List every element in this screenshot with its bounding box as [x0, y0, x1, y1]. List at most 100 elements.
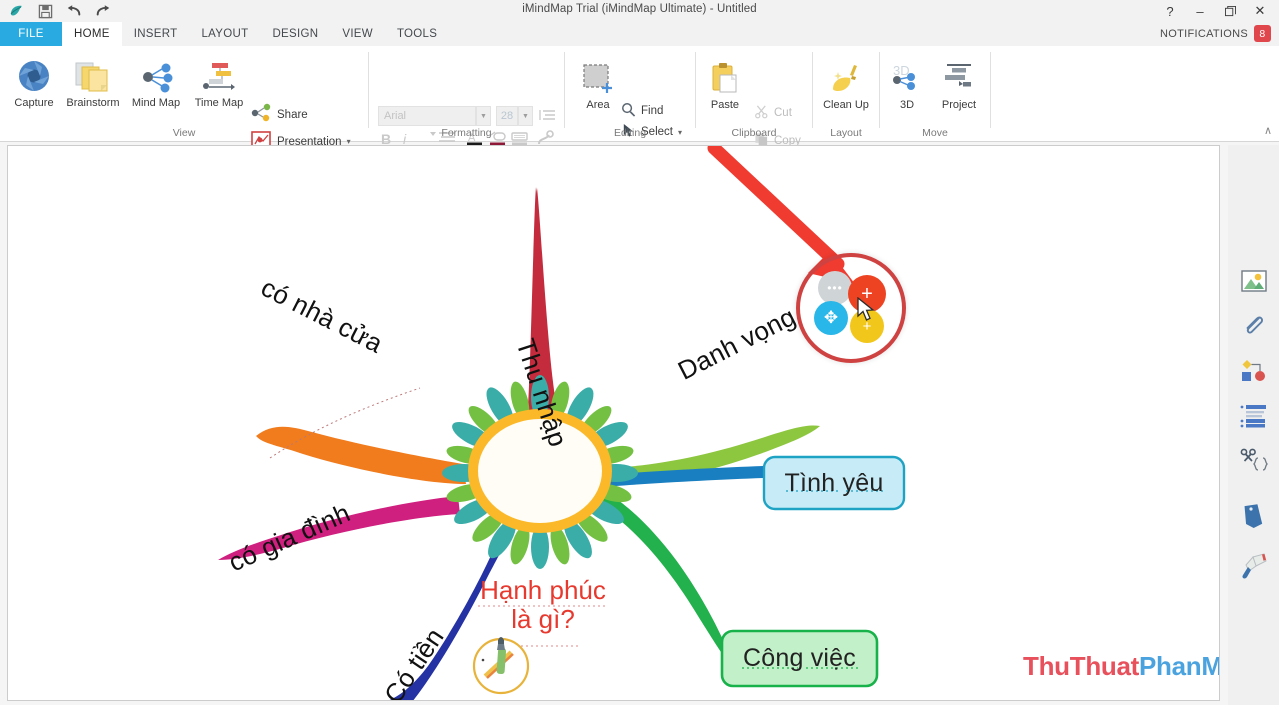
- font-size-input[interactable]: 28: [496, 106, 518, 126]
- font-name-dropdown[interactable]: ▼: [476, 106, 491, 126]
- attachment-icon[interactable]: [1235, 307, 1273, 345]
- outline-icon[interactable]: [1235, 397, 1273, 435]
- notifications-button[interactable]: NOTIFICATIONS 8: [1160, 25, 1271, 42]
- ribbon-divider: [990, 52, 991, 128]
- brainstorm-icon: [75, 52, 111, 94]
- cleanup-label: Clean Up: [823, 99, 869, 111]
- timemap-button[interactable]: Time Map: [188, 52, 250, 109]
- group-title-formatting: Formatting: [369, 127, 564, 139]
- center-line-1: Hạnh phúc: [463, 576, 623, 605]
- brainstorm-button[interactable]: Brainstorm: [60, 52, 126, 109]
- paste-label: Paste: [711, 99, 739, 111]
- group-title-clipboard: Clipboard: [696, 127, 812, 139]
- group-title-move: Move: [880, 127, 990, 139]
- edit-brush-badge: [474, 637, 528, 693]
- floating-node-toolbar: ••• + ✥ +: [796, 253, 906, 363]
- area-label: Area: [586, 99, 609, 111]
- tag-icon[interactable]: [1235, 497, 1273, 535]
- node-label-cong-viec[interactable]: Công việc: [722, 631, 877, 686]
- more-options-button[interactable]: •••: [818, 271, 852, 305]
- mindmap-label: Mind Map: [132, 97, 180, 109]
- ribbon-group-formatting: Arial ▼ 28 ▼ B i A Formatt: [369, 46, 564, 142]
- capture-label: Capture: [14, 97, 53, 109]
- window-title: iMindMap Trial (iMindMap Ultimate) - Unt…: [0, 3, 1279, 15]
- group-title-view: View: [0, 127, 368, 139]
- watermark-part2: PhanMem: [1139, 651, 1220, 681]
- share-icon: [250, 103, 272, 126]
- brush-icon[interactable]: [1235, 547, 1273, 585]
- cut-button[interactable]: Cut: [750, 103, 796, 123]
- scissors-icon: [754, 104, 769, 122]
- collapse-ribbon-button[interactable]: ∧: [1264, 124, 1272, 137]
- cut-label: Cut: [774, 107, 792, 119]
- project-label: Project: [942, 99, 976, 111]
- line-spacing-icon[interactable]: [537, 106, 557, 126]
- find-label: Find: [641, 105, 663, 117]
- ribbon-group-view: Capture Brainstorm Mind Map Time Map: [0, 46, 368, 142]
- imindmap-window: iMindMap Trial (iMindMap Ultimate) - Unt…: [0, 0, 1279, 705]
- node-label-tinh-yeu[interactable]: Tình yêu: [764, 457, 904, 509]
- ribbon-group-layout: Clean Up Layout: [813, 46, 879, 142]
- find-button[interactable]: Find: [617, 101, 667, 121]
- share-button[interactable]: Share: [246, 102, 312, 127]
- more-dots-icon: •••: [827, 281, 843, 295]
- watermark-part1: ThuThuat: [1023, 651, 1139, 681]
- mouse-cursor-icon: [857, 297, 879, 323]
- project-icon: [941, 54, 977, 96]
- brainstorm-label: Brainstorm: [66, 97, 119, 109]
- group-title-layout: Layout: [813, 127, 879, 139]
- ribbon: Capture Brainstorm Mind Map Time Map: [0, 46, 1279, 142]
- minimize-button[interactable]: –: [1185, 0, 1215, 22]
- svg-text:3D: 3D: [893, 63, 910, 78]
- find-icon: [621, 102, 636, 120]
- tab-design[interactable]: DESIGN: [260, 22, 330, 46]
- move-node-button[interactable]: ✥: [814, 301, 848, 335]
- capture-button[interactable]: Capture: [3, 52, 65, 109]
- paste-icon: [709, 54, 741, 96]
- share-label: Share: [277, 109, 308, 121]
- ribbon-group-move: 3D 3D Project Move: [880, 46, 990, 142]
- tab-home[interactable]: HOME: [62, 22, 122, 46]
- capture-icon: [16, 52, 52, 94]
- ribbon-group-editing: Area Find Select ▾ Delete: [565, 46, 695, 142]
- shapes-icon[interactable]: [1235, 352, 1273, 390]
- tab-insert[interactable]: INSERT: [122, 22, 190, 46]
- ribbon-tab-strip: FILE HOME INSERT LAYOUT DESIGN VIEW TOOL…: [0, 22, 1279, 46]
- branch-path-co-nha-cua: [256, 427, 466, 484]
- window-controls: ? – ✕: [1155, 0, 1275, 22]
- timemap-label: Time Map: [195, 97, 244, 109]
- tab-file[interactable]: FILE: [0, 22, 62, 46]
- timemap-icon: [200, 52, 238, 94]
- ribbon-group-clipboard: Paste Cut Copy Clipboard: [696, 46, 812, 142]
- image-icon[interactable]: [1235, 262, 1273, 300]
- font-size-dropdown[interactable]: ▼: [518, 106, 533, 126]
- three-d-button[interactable]: 3D 3D: [882, 54, 932, 111]
- tab-view[interactable]: VIEW: [330, 22, 385, 46]
- center-node-text[interactable]: Hạnh phúc là gì?: [463, 576, 623, 635]
- tab-tools[interactable]: TOOLS: [385, 22, 449, 46]
- restore-button[interactable]: [1215, 0, 1245, 22]
- cleanup-button[interactable]: Clean Up: [815, 54, 877, 111]
- paste-button[interactable]: Paste: [698, 54, 752, 111]
- group-title-editing: Editing: [565, 127, 695, 139]
- move-cross-icon: ✥: [824, 308, 838, 328]
- close-button[interactable]: ✕: [1245, 0, 1275, 22]
- notifications-badge: 8: [1254, 25, 1271, 42]
- three-d-icon: 3D: [889, 54, 925, 96]
- center-line-2: là gì?: [463, 605, 623, 634]
- mindmap-icon: [136, 52, 176, 94]
- tab-layout[interactable]: LAYOUT: [189, 22, 260, 46]
- font-name-input[interactable]: Arial: [378, 106, 476, 126]
- area-icon: [581, 54, 615, 96]
- cleanup-icon: [828, 54, 864, 96]
- three-d-label: 3D: [900, 99, 914, 111]
- notifications-label: NOTIFICATIONS: [1160, 28, 1248, 40]
- mindmap-button[interactable]: Mind Map: [125, 52, 187, 109]
- help-button[interactable]: ?: [1155, 0, 1185, 22]
- title-bar: iMindMap Trial (iMindMap Ultimate) - Unt…: [0, 0, 1279, 22]
- right-toolbar: [1228, 145, 1279, 705]
- watermark: ThuThuatPhanMem.vn: [1023, 651, 1220, 682]
- mindmap-canvas[interactable]: Hạnh phúc là gì? Thu nhập có nhà cửa Dan…: [7, 145, 1220, 701]
- snippets-icon[interactable]: [1235, 442, 1273, 480]
- project-button[interactable]: Project: [930, 54, 988, 111]
